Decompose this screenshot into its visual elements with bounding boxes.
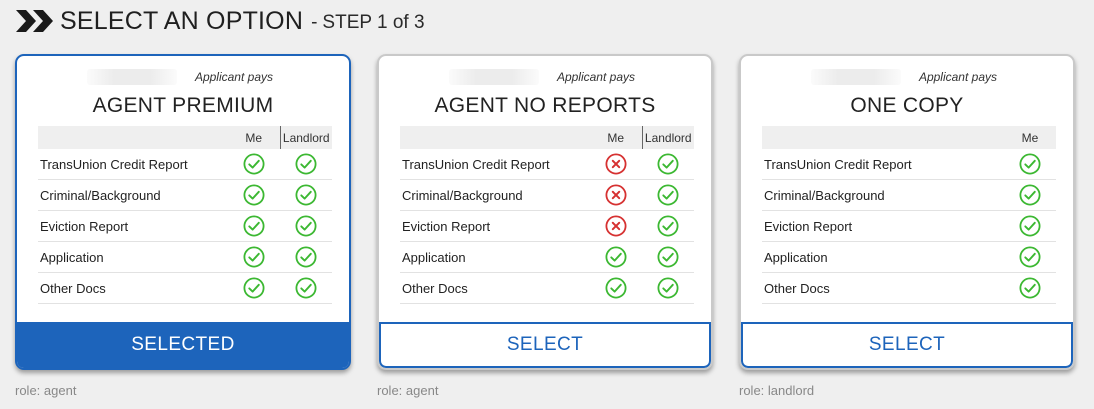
cross-icon [590, 149, 642, 180]
report-label: Other Docs [38, 272, 228, 304]
price-redacted [449, 69, 539, 85]
report-label: Application [38, 241, 228, 273]
report-label: Other Docs [762, 272, 1004, 304]
check-icon [1004, 149, 1056, 180]
table-row: Eviction Report [400, 210, 694, 242]
role-label: role: agent [377, 383, 439, 398]
price-redacted [87, 69, 177, 85]
select-button[interactable]: SELECT [379, 322, 711, 368]
table-row: Criminal/Background [762, 179, 1056, 211]
report-label: Application [762, 241, 1004, 273]
report-label: TransUnion Credit Report [762, 149, 1004, 180]
table-row: TransUnion Credit Report [400, 149, 694, 180]
check-icon [642, 149, 694, 180]
check-icon [642, 179, 694, 211]
column-landlord: Landlord [279, 126, 332, 149]
select-button[interactable]: SELECT [741, 322, 1073, 368]
step-separator: - [311, 12, 318, 33]
double-chevron-right-icon [16, 10, 53, 32]
report-table: Me TransUnion Credit Report Criminal/Bac… [762, 126, 1056, 304]
check-icon [280, 241, 332, 273]
check-icon [228, 210, 280, 242]
plan-card-agent-no-reports[interactable]: Applicant pays AGENT NO REPORTS Me Landl… [377, 54, 713, 370]
table-row: Application [400, 241, 694, 273]
page-title: SELECT AN OPTION [60, 6, 304, 35]
check-icon [228, 241, 280, 273]
check-icon [280, 179, 332, 211]
role-label: role: landlord [739, 383, 815, 398]
check-icon [280, 210, 332, 242]
report-label: Eviction Report [400, 210, 590, 242]
report-label: TransUnion Credit Report [400, 149, 590, 180]
check-icon [590, 272, 642, 304]
table-row: Criminal/Background [38, 179, 332, 211]
price-row: Applicant pays [741, 68, 1073, 86]
plan-card-one-copy[interactable]: Applicant pays ONE COPY Me TransUnion Cr… [739, 54, 1075, 370]
report-table-header: Me Landlord [38, 126, 332, 149]
check-icon [1004, 272, 1056, 304]
role-label: role: agent [15, 383, 77, 398]
check-icon [1004, 179, 1056, 211]
table-row: Other Docs [762, 272, 1056, 304]
cross-icon [590, 179, 642, 211]
report-label: Criminal/Background [400, 179, 590, 211]
payer-label: Applicant pays [194, 70, 273, 84]
selected-button[interactable]: SELECTED [17, 322, 349, 368]
check-icon [642, 241, 694, 273]
check-icon [1004, 210, 1056, 242]
table-row: Application [762, 241, 1056, 273]
step-text: STEP 1 of 3 [322, 12, 425, 33]
check-icon [642, 272, 694, 304]
payer-label: Applicant pays [556, 70, 635, 84]
price-row: Applicant pays [17, 68, 349, 86]
check-icon [1004, 241, 1056, 273]
report-column-header [38, 126, 228, 149]
report-label: Application [400, 241, 590, 273]
check-icon [228, 179, 280, 211]
table-row: Eviction Report [38, 210, 332, 242]
report-label: Eviction Report [762, 210, 1004, 242]
column-landlord: Landlord [641, 126, 694, 149]
report-label: Criminal/Background [38, 179, 228, 211]
report-label: TransUnion Credit Report [38, 149, 228, 180]
plan-name: ONE COPY [850, 94, 964, 117]
page-header: SELECT AN OPTION - STEP 1 of 3 [14, 5, 425, 37]
check-icon [228, 272, 280, 304]
table-row: Criminal/Background [400, 179, 694, 211]
check-icon [280, 149, 332, 180]
report-label: Other Docs [400, 272, 590, 304]
table-row: TransUnion Credit Report [38, 149, 332, 180]
table-row: Other Docs [38, 272, 332, 304]
check-icon [280, 272, 332, 304]
report-table-header: Me Landlord [400, 126, 694, 149]
column-me: Me [1004, 126, 1056, 149]
plan-name: AGENT PREMIUM [92, 94, 274, 117]
table-row: Application [38, 241, 332, 273]
check-icon [590, 241, 642, 273]
report-label: Criminal/Background [762, 179, 1004, 211]
report-table-header: Me [762, 126, 1056, 149]
report-label: Eviction Report [38, 210, 228, 242]
column-me: Me [590, 126, 642, 149]
report-column-header [762, 126, 1004, 149]
report-table: Me Landlord TransUnion Credit Report Cri… [38, 126, 332, 304]
price-row: Applicant pays [379, 68, 711, 86]
step-indicator: - STEP 1 of 3 [311, 8, 424, 34]
table-row: Eviction Report [762, 210, 1056, 242]
table-row: Other Docs [400, 272, 694, 304]
check-icon [642, 210, 694, 242]
cross-icon [590, 210, 642, 242]
payer-label: Applicant pays [918, 70, 997, 84]
report-table: Me Landlord TransUnion Credit Report Cri… [400, 126, 694, 304]
plan-card-agent-premium[interactable]: Applicant pays AGENT PREMIUM Me Landlord… [15, 54, 351, 370]
plan-name: AGENT NO REPORTS [434, 94, 656, 117]
column-me: Me [228, 126, 280, 149]
table-row: TransUnion Credit Report [762, 149, 1056, 180]
report-column-header [400, 126, 590, 149]
price-redacted [811, 69, 901, 85]
check-icon [228, 149, 280, 180]
